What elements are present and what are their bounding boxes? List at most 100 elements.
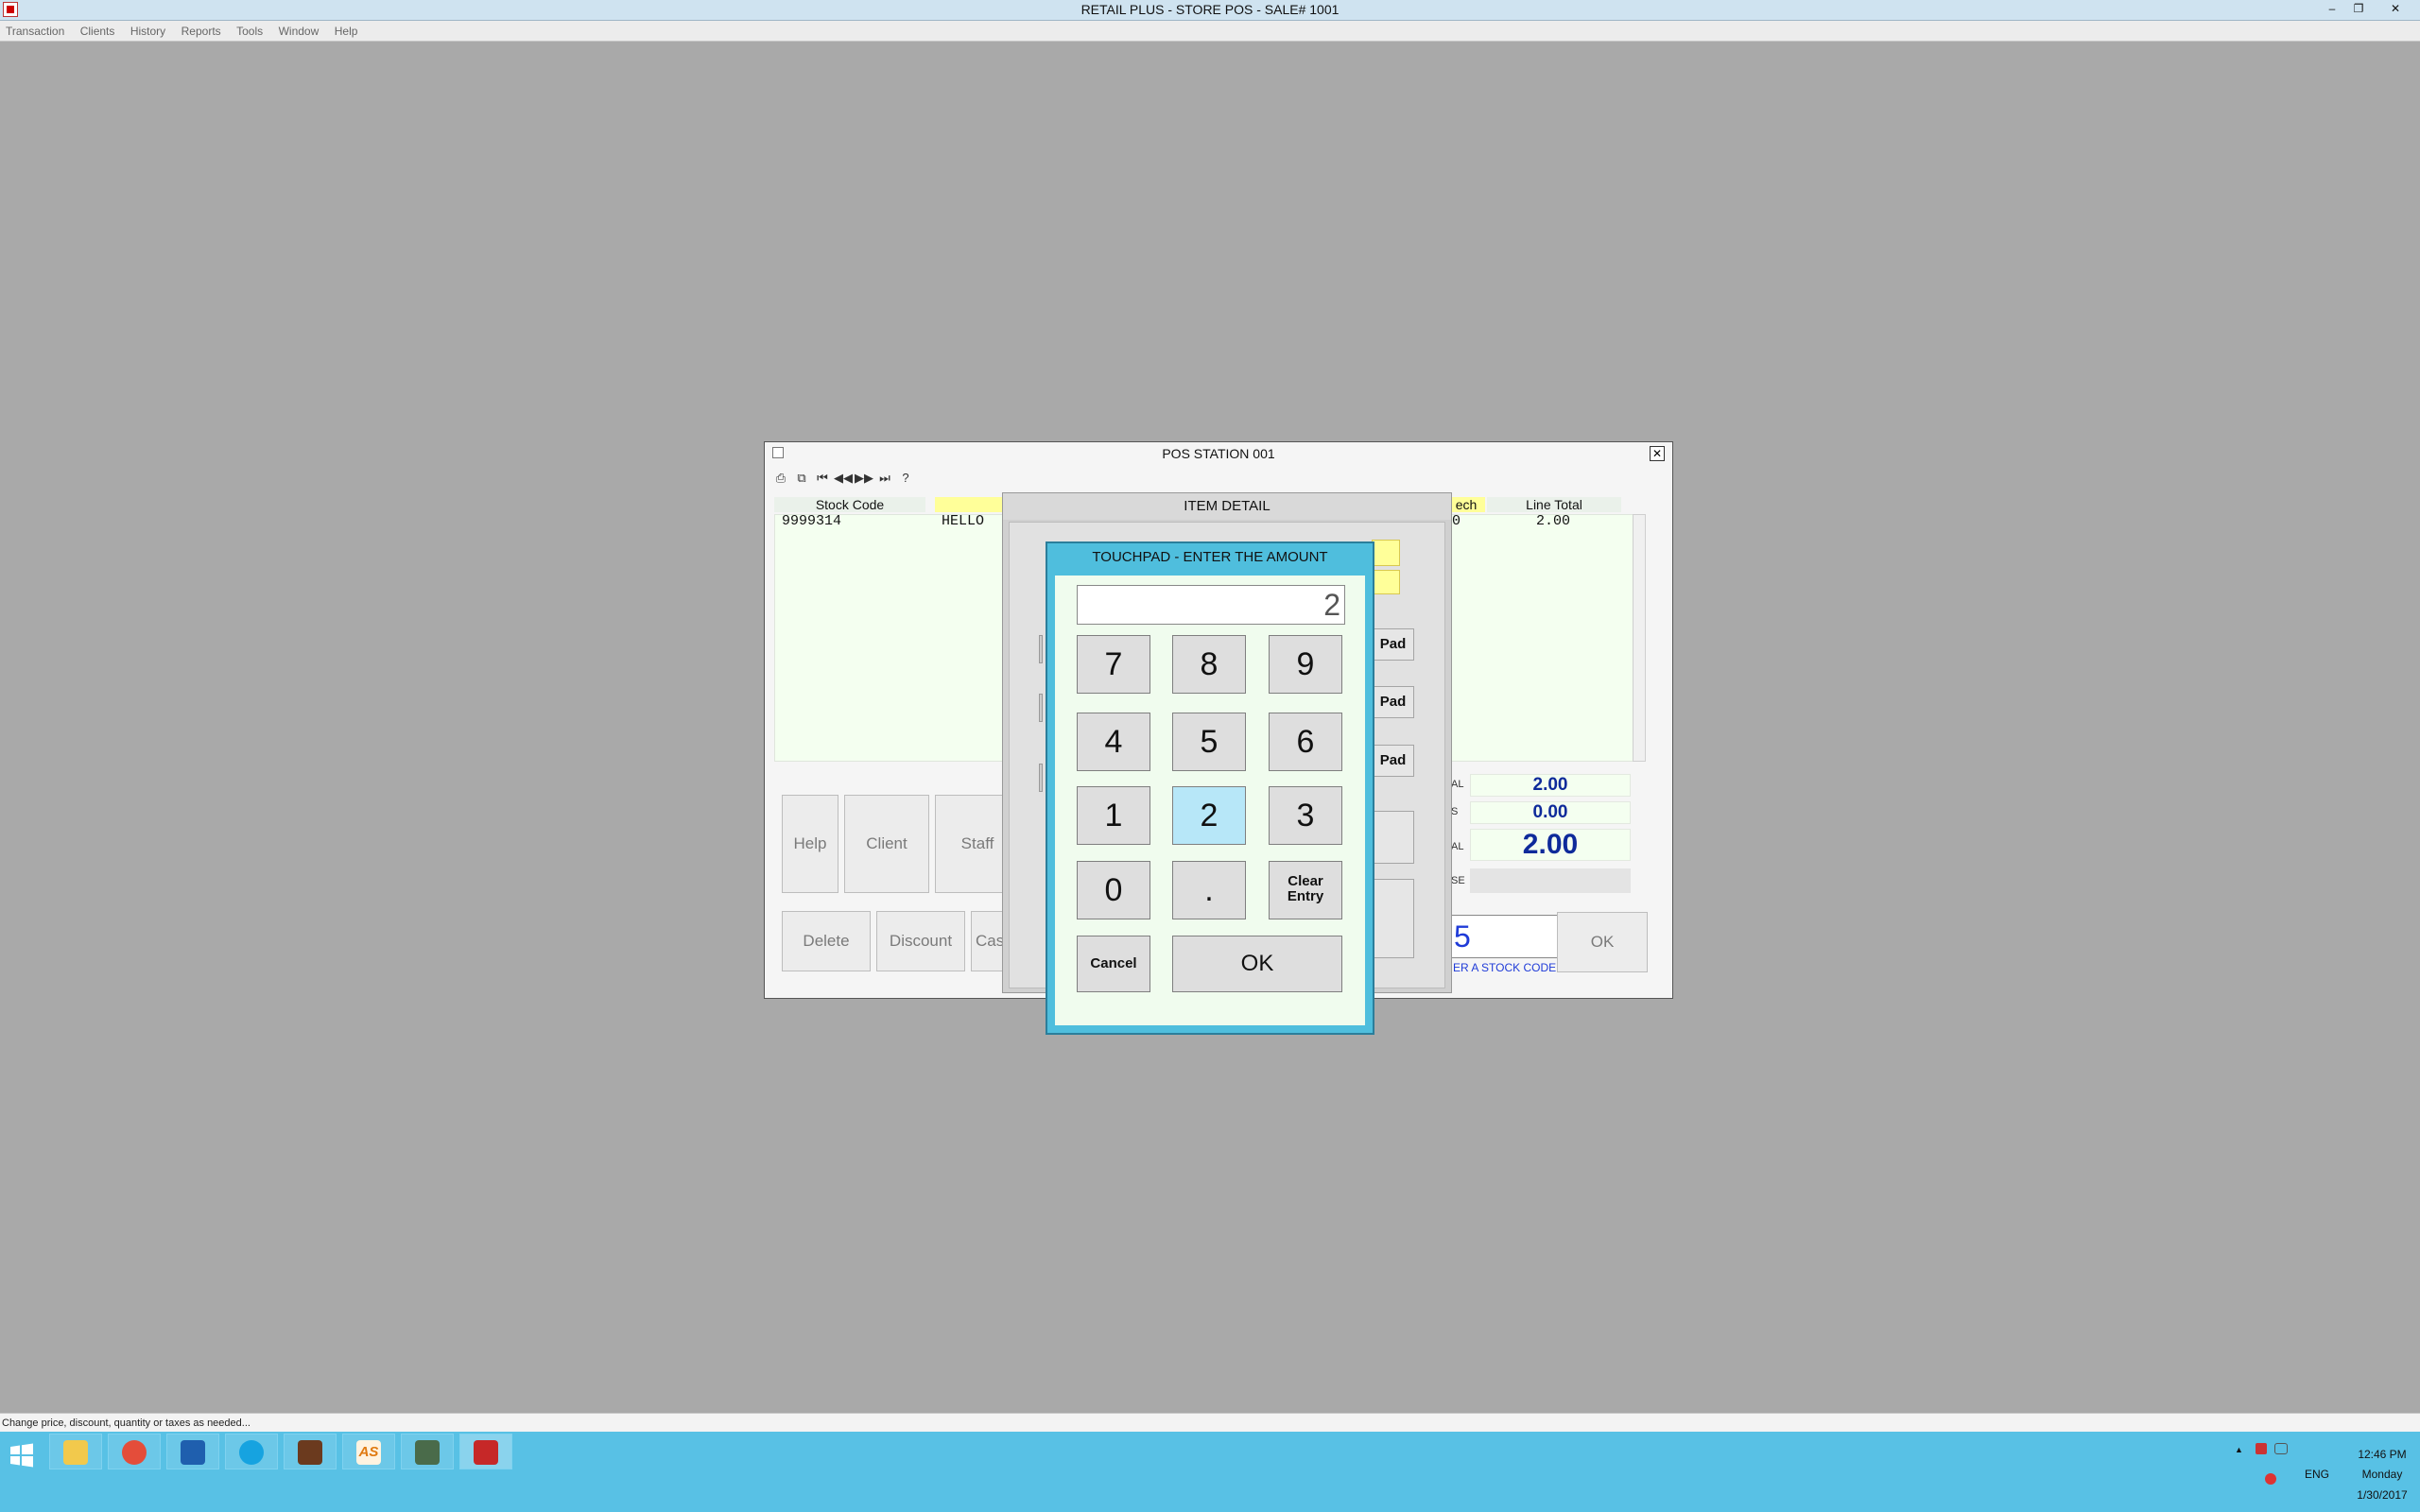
start-button[interactable]: [8, 1441, 36, 1469]
subtotal-label: AL: [1451, 779, 1464, 790]
menu-help[interactable]: Help: [329, 21, 364, 42]
touchpad-title: TOUCHPAD - ENTER THE AMOUNT: [1092, 549, 1328, 565]
total-value: 2.00: [1470, 829, 1631, 861]
item-field-edge-2: [1039, 694, 1043, 722]
sale-items-grid-right[interactable]: [1447, 514, 1636, 762]
print-icon[interactable]: ⎙: [770, 471, 791, 486]
menu-window[interactable]: Window: [273, 21, 325, 42]
help-button[interactable]: Help: [782, 795, 838, 893]
tax-value: 0.00: [1470, 801, 1631, 824]
system-tray: ▲ ENG 12:46 PM Monday 1/30/2017: [2221, 1434, 2420, 1509]
tax-label: S: [1451, 806, 1459, 817]
copy-icon[interactable]: ⧉: [791, 471, 812, 486]
menu-history[interactable]: History: [125, 21, 171, 42]
taskbar-outlook[interactable]: [166, 1434, 219, 1469]
pos-toolbar: ⎙ ⧉ ⏮ ◀◀ ▶▶ ⏭?: [770, 471, 959, 488]
touchpad-ok-button[interactable]: OK: [1172, 936, 1342, 992]
item-detail-side-button-2[interactable]: [1372, 879, 1414, 958]
taskbar-app-7[interactable]: [401, 1434, 454, 1469]
menu-bar: Transaction Clients History Reports Tool…: [0, 21, 2420, 42]
item-field-yellow-1[interactable]: [1372, 540, 1400, 566]
client-button[interactable]: Client: [844, 795, 929, 893]
taskbar-app-as[interactable]: AS: [342, 1434, 395, 1469]
col-header-stock-code: Stock Code: [774, 497, 925, 512]
clear-entry-line1: Clear: [1288, 873, 1323, 889]
amount-display[interactable]: 2: [1077, 585, 1345, 625]
outlook-icon: [181, 1440, 205, 1465]
app-badge-icon: [298, 1440, 322, 1465]
last-record-icon[interactable]: ⏭: [874, 471, 895, 486]
clock-date[interactable]: 1/30/2017: [2354, 1488, 2411, 1502]
stock-code-input[interactable]: 5: [1449, 915, 1559, 958]
network-icon[interactable]: [2274, 1443, 2288, 1454]
window-app-icon: [415, 1440, 440, 1465]
menu-reports[interactable]: Reports: [176, 21, 227, 42]
delete-button[interactable]: Delete: [782, 911, 871, 971]
chrome-icon: [122, 1440, 147, 1465]
key-1[interactable]: 1: [1077, 786, 1150, 845]
row-line-total: 2.00: [1536, 513, 1571, 529]
first-record-icon[interactable]: ⏮: [812, 471, 833, 486]
next-record-icon[interactable]: ▶▶: [854, 471, 874, 486]
item-detail-title: ITEM DETAIL: [1003, 493, 1451, 520]
cancel-button[interactable]: Cancel: [1077, 936, 1150, 992]
item-field-yellow-2[interactable]: [1372, 570, 1400, 594]
key-8[interactable]: 8: [1172, 635, 1246, 694]
price-pad-button[interactable]: Pad: [1372, 628, 1414, 661]
quantity-pad-button[interactable]: Pad: [1372, 745, 1414, 777]
item-field-edge-1: [1039, 635, 1043, 663]
restore-button[interactable]: ❐: [2348, 1, 2369, 18]
discount-button[interactable]: Discount: [876, 911, 965, 971]
clock-time[interactable]: 12:46 PM: [2354, 1448, 2411, 1461]
language-indicator[interactable]: ENG: [2305, 1468, 2329, 1481]
stock-code-hint: ER A STOCK CODE: [1453, 961, 1557, 974]
tray-app-icon[interactable]: [2256, 1443, 2267, 1454]
clock-day[interactable]: Monday: [2354, 1468, 2411, 1481]
taskbar-chrome[interactable]: [108, 1434, 161, 1469]
taskbar-file-explorer[interactable]: [49, 1434, 102, 1469]
taskbar: AS ▲ ENG 12:46 PM Monday 1/30/2017: [0, 1432, 2420, 1512]
grid-scrollbar[interactable]: [1633, 514, 1646, 762]
taskbar-skype[interactable]: [225, 1434, 278, 1469]
pos-ok-button[interactable]: OK: [1557, 912, 1648, 972]
extra-value-box: [1470, 868, 1631, 893]
previous-record-icon[interactable]: ◀◀: [833, 471, 854, 486]
sale-items-grid-left[interactable]: [774, 514, 1007, 762]
menu-tools[interactable]: Tools: [231, 21, 268, 42]
menu-transaction[interactable]: Transaction: [0, 21, 70, 42]
key-7[interactable]: 7: [1077, 635, 1150, 694]
discount-pad-button[interactable]: Pad: [1372, 686, 1414, 718]
windows-logo-icon: [10, 1443, 33, 1468]
folder-icon: [63, 1440, 88, 1465]
close-app-button[interactable]: ✕: [2385, 1, 2406, 18]
skype-icon: [239, 1440, 264, 1465]
extra-label: SE: [1451, 875, 1465, 886]
as-app-icon: AS: [356, 1440, 381, 1465]
pos-close-button[interactable]: ✕: [1650, 446, 1665, 461]
tray-expand-icon[interactable]: ▲: [2235, 1445, 2243, 1454]
key-4[interactable]: 4: [1077, 713, 1150, 771]
row-each: 0: [1452, 513, 1461, 529]
key-5[interactable]: 5: [1172, 713, 1246, 771]
key-0[interactable]: 0: [1077, 861, 1150, 919]
row-stock-code: 9999314: [782, 513, 842, 529]
taskbar-app-5[interactable]: [284, 1434, 337, 1469]
touchpad-body: 2 7 8 9 4 5 6 1 2 3 0 . Clear Entry Canc…: [1055, 576, 1365, 1025]
item-detail-side-button-1[interactable]: [1372, 811, 1414, 864]
help-icon[interactable]: ?: [895, 471, 916, 485]
key-3[interactable]: 3: [1269, 786, 1342, 845]
subtotal-value: 2.00: [1470, 774, 1631, 797]
taskbar-app-8[interactable]: [459, 1434, 512, 1469]
notification-icon[interactable]: [2265, 1473, 2276, 1485]
minimize-button[interactable]: –: [2322, 1, 2342, 18]
status-bar: Change price, discount, quantity or taxe…: [0, 1413, 2420, 1432]
key-6[interactable]: 6: [1269, 713, 1342, 771]
key-decimal[interactable]: .: [1172, 861, 1246, 919]
row-description: HELLO: [942, 513, 985, 529]
key-2[interactable]: 2: [1172, 786, 1246, 845]
clear-entry-button[interactable]: Clear Entry: [1269, 861, 1342, 919]
key-9[interactable]: 9: [1269, 635, 1342, 694]
total-label: AL: [1451, 841, 1464, 852]
menu-clients[interactable]: Clients: [75, 21, 121, 42]
retail-plus-icon: [474, 1440, 498, 1465]
